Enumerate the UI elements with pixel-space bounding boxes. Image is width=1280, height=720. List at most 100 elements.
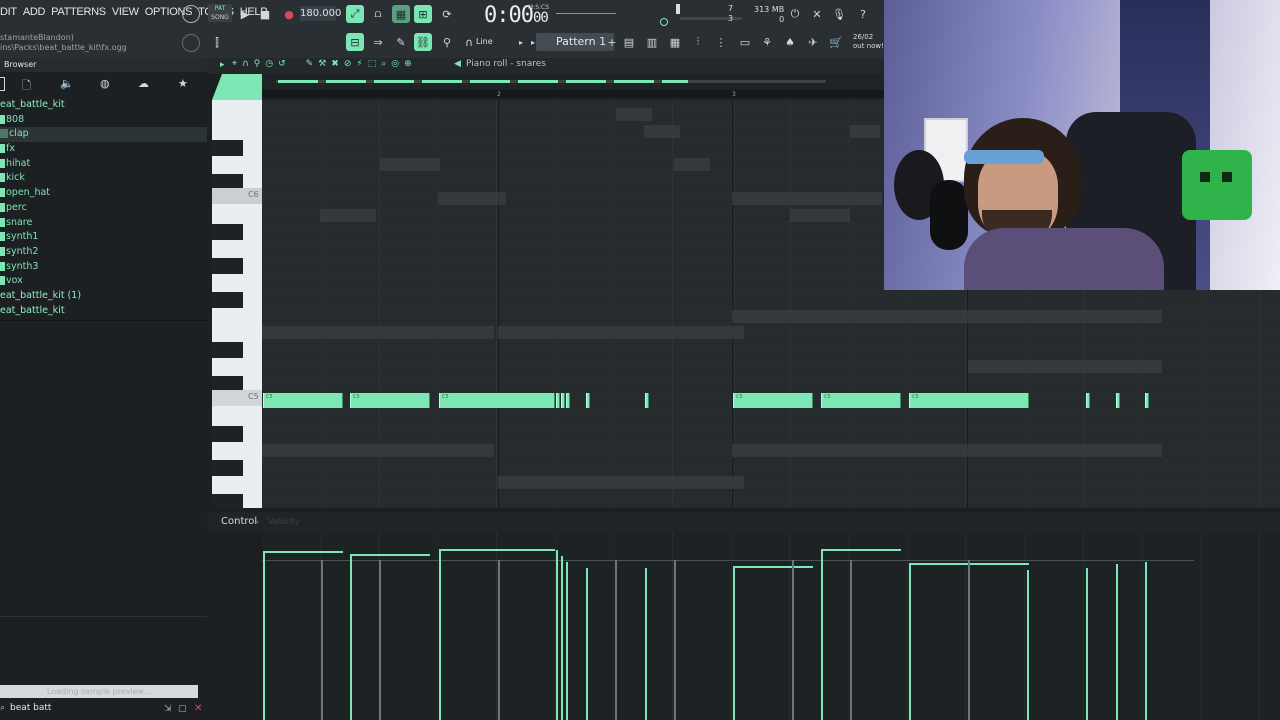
master-pitch-knob-icon[interactable] <box>182 34 200 52</box>
speaker-target-icon[interactable]: ◀ <box>454 59 461 69</box>
black-key[interactable] <box>212 292 243 308</box>
tree-item[interactable]: clap <box>0 127 207 143</box>
black-key[interactable] <box>212 460 243 476</box>
note[interactable]: C5 <box>263 393 343 408</box>
channel-tree-icon[interactable]: ⋮ <box>712 33 730 51</box>
tempo-tapper-icon[interactable]: ♠ <box>781 33 799 51</box>
step-edit-icon[interactable]: ⊞ <box>414 5 432 23</box>
search-folder-icon[interactable]: ▢ <box>178 704 187 714</box>
browser-collapse-icon[interactable] <box>0 77 5 91</box>
velocity-bar[interactable] <box>566 562 568 720</box>
note[interactable]: C5 <box>733 393 813 408</box>
help-icon[interactable]: ? <box>854 5 872 23</box>
pencil-tool-icon[interactable]: ✎ <box>306 59 314 69</box>
velocity-bar[interactable] <box>1027 570 1029 720</box>
note[interactable] <box>566 393 570 408</box>
playhead-corner[interactable] <box>212 74 262 100</box>
velocity-bar[interactable] <box>733 566 735 720</box>
tree-item[interactable]: synth2 <box>0 245 207 260</box>
playback-tool-icon[interactable]: ◎ <box>391 59 399 69</box>
menu-patterns[interactable]: PATTERNS <box>51 6 106 22</box>
plugin-icon[interactable]: ⚘ <box>758 33 776 51</box>
draw-tool-icon[interactable]: ✎ <box>392 33 410 51</box>
black-key[interactable] <box>212 140 243 156</box>
speaker-icon[interactable]: 🔈 <box>60 77 74 90</box>
channel-rack-icon[interactable]: ▥ <box>643 33 661 51</box>
menu-edit[interactable]: DIT <box>0 6 17 22</box>
menu-view[interactable]: VIEW <box>112 6 139 22</box>
velocity-bar[interactable] <box>850 560 852 720</box>
black-key[interactable] <box>212 258 243 274</box>
velocity-bar[interactable] <box>556 550 558 720</box>
tree-item[interactable]: open_hat <box>0 186 207 201</box>
velocity-bar[interactable] <box>792 560 794 720</box>
file-icon[interactable]: 🗋 <box>22 77 31 96</box>
tree-item[interactable]: eat_battle_kit <box>0 98 207 113</box>
tree-item[interactable]: vox <box>0 274 207 289</box>
mixer-slider-icon[interactable]: ⫿ <box>208 34 226 52</box>
zoom-tool-icon[interactable]: ⌕ <box>381 59 386 69</box>
control-label[interactable]: Control <box>221 516 257 527</box>
loop-record-icon[interactable]: ⟳ <box>438 5 456 23</box>
play-icon[interactable]: ▶ <box>236 5 254 23</box>
velocity-bar[interactable] <box>263 552 265 720</box>
black-key[interactable] <box>212 426 243 442</box>
tree-item[interactable]: perc <box>0 201 207 216</box>
note[interactable]: C5 <box>909 393 1029 408</box>
velocity-bar[interactable] <box>821 550 823 720</box>
tree-item[interactable]: eat_battle_kit (1) <box>0 289 207 304</box>
tree-item[interactable]: synth1 <box>0 230 207 245</box>
note[interactable] <box>556 393 560 408</box>
control-arrow-icon[interactable]: ▸ <box>256 518 260 526</box>
velocity-bar[interactable] <box>615 560 617 720</box>
velocity-bar[interactable] <box>909 564 911 720</box>
note[interactable]: C5 <box>821 393 901 408</box>
power-icon[interactable]: ⏻ <box>786 5 804 23</box>
note[interactable] <box>586 393 590 408</box>
star-icon[interactable]: ★ <box>178 77 188 90</box>
velocity-bar[interactable] <box>498 560 500 720</box>
search-options-icon[interactable]: ⇲ <box>164 704 172 714</box>
velocity-bar[interactable] <box>439 550 441 720</box>
tree-item[interactable]: fx <box>0 142 207 157</box>
velocity-bar[interactable] <box>1145 562 1147 720</box>
black-key[interactable] <box>212 342 243 358</box>
countdown-icon[interactable]: ▦ <box>392 5 410 23</box>
globe-icon[interactable]: ◍ <box>100 77 110 90</box>
velocity-bar[interactable] <box>561 556 563 720</box>
cloud-icon[interactable]: ☁ <box>138 77 149 90</box>
piano-keyboard[interactable]: C6 C5 <box>212 100 262 508</box>
velocity-bar[interactable] <box>321 560 323 720</box>
velocity-bar[interactable] <box>350 554 352 720</box>
add-pattern-icon[interactable]: + <box>603 33 621 51</box>
menu-add[interactable]: ADD <box>23 6 46 22</box>
magnet-tool-icon[interactable]: ⌖ <box>232 59 237 69</box>
delete-tool-icon[interactable]: ✖ <box>331 59 339 69</box>
velocity-bar[interactable] <box>1086 568 1088 720</box>
wait-input-icon[interactable]: ⩍ <box>369 5 387 23</box>
black-key[interactable] <box>212 494 243 508</box>
note[interactable] <box>1116 393 1120 408</box>
velocity-bar[interactable] <box>645 568 647 720</box>
playlist-icon[interactable]: ▤ <box>620 33 638 51</box>
note[interactable] <box>1145 393 1149 408</box>
mic-icon[interactable]: 🎙 <box>830 5 848 23</box>
paint-tool-icon[interactable]: ⚒ <box>318 59 326 69</box>
pat-song-toggle[interactable]: PAT SONG <box>208 4 232 22</box>
velocity-bar[interactable] <box>586 568 588 720</box>
scroll-tool-icon[interactable]: ⊕ <box>404 59 412 69</box>
metronome-icon[interactable]: ⤢ <box>346 5 364 23</box>
news-box[interactable]: 26/02 out now! <box>853 33 884 51</box>
note[interactable]: C5 <box>350 393 430 408</box>
record-icon[interactable]: ● <box>280 5 298 23</box>
snap-select[interactable]: Line <box>476 37 493 46</box>
playlist-arrow-icon[interactable]: ⇒ <box>369 33 387 51</box>
note[interactable] <box>561 393 565 408</box>
slice-tool-icon[interactable]: ⚡ <box>356 59 362 69</box>
note[interactable] <box>645 393 649 408</box>
piano-roll-icon[interactable]: ▦ <box>666 33 684 51</box>
link-icon[interactable]: ⛓ <box>414 33 432 51</box>
note[interactable] <box>1086 393 1090 408</box>
tree-item[interactable]: hihat <box>0 157 207 172</box>
undo-history-icon[interactable]: ✈ <box>804 33 822 51</box>
